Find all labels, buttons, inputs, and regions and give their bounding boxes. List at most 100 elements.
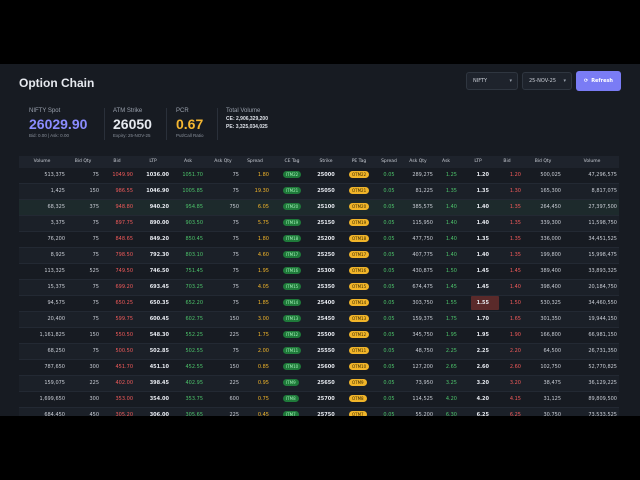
cell-strike: 25450 xyxy=(317,316,335,322)
ce-tag-badge: ITM14 xyxy=(283,299,302,306)
stat-divider xyxy=(166,108,167,140)
header-volume: Volume xyxy=(33,159,51,164)
cell-bid: 1.40 xyxy=(509,284,521,290)
refresh-button[interactable]: ⟳ Refresh xyxy=(576,71,621,91)
cell-ask: 1.35 xyxy=(445,188,457,194)
cell-volume: 513,375 xyxy=(44,172,65,178)
cell-ltp: 6.25 xyxy=(476,412,489,416)
table-row[interactable]: 1,425 150 986.55 1046.90 1005.85 75 19.30 ITM21… xyxy=(19,184,619,200)
table-row[interactable]: 94,575 75 650.25 650.35 652.20 75 1.85 ITM14 254… xyxy=(19,296,619,312)
table-row[interactable]: 513,375 75 1049.90 1036.00 1051.70 75 1.80 ITM2… xyxy=(19,168,619,184)
spot-stat: NIFTY Spot 26029.90 Bid: 0.00 | Ask: 0.0… xyxy=(29,108,87,138)
cell-ltp: 1046.90 xyxy=(146,188,169,194)
cell-bid-qty: 336,000 xyxy=(540,236,561,242)
table-row[interactable]: 113,325 525 749.50 746.50 751.45 75 1.95 ITM16 2… xyxy=(19,264,619,280)
table-row[interactable]: 787,650 300 451.70 451.10 452.55 150 0.85 ITM10… xyxy=(19,360,619,376)
pe-tag-badge: OTM16 xyxy=(349,267,370,274)
table-row[interactable]: 8,925 75 798.50 792.30 803.10 75 4.60 ITM17 2525… xyxy=(19,248,619,264)
cell-ask: 1005.85 xyxy=(182,188,203,194)
cell-ltp: 2.60 xyxy=(476,364,489,370)
cell-strike: 25050 xyxy=(317,188,335,194)
cell-bid: 848.65 xyxy=(115,236,134,242)
symbol-value: NIFTY xyxy=(473,78,488,84)
cell-ask-qty: 477,750 xyxy=(412,236,433,242)
cell-bid-qty: 75 xyxy=(92,236,99,242)
table-row[interactable]: 15,375 75 699.20 693.45 703.25 75 4.05 ITM15 253… xyxy=(19,280,619,296)
table-row[interactable]: 1,699,650 300 353.00 354.00 353.75 600 0.75 ITM… xyxy=(19,392,619,408)
pe-tag-badge: OTM12 xyxy=(349,331,370,338)
cell-bid-qty: 525 xyxy=(89,268,99,274)
symbol-select[interactable]: NIFTY ▾ xyxy=(466,72,518,90)
cell-bid-qty: 264,450 xyxy=(540,204,561,210)
table-row[interactable]: 1,161,825 150 550.50 548.30 552.25 225 1.75 ITM… xyxy=(19,328,619,344)
cell-ltp: 693.45 xyxy=(149,284,169,290)
header-ce-tag: CE Tag xyxy=(284,159,300,164)
cell-ltp: 792.30 xyxy=(149,252,169,258)
cell-ask-qty: 407,775 xyxy=(412,252,433,258)
cell-bid: 550.50 xyxy=(115,332,134,338)
cell-strike: 25250 xyxy=(317,252,335,258)
pe-tag-badge: OTM18 xyxy=(349,235,370,242)
cell-ltp: 1.20 xyxy=(476,172,489,178)
cell-spread: 0.75 xyxy=(257,396,269,402)
cell-bid: 948.80 xyxy=(115,204,134,210)
table-row[interactable]: 68,250 75 500.50 502.85 502.55 75 2.00 ITM11 255… xyxy=(19,344,619,360)
cell-ltp: 502.85 xyxy=(149,348,169,354)
cell-ask-qty: 81,225 xyxy=(415,188,434,194)
cell-volume: 94,575 xyxy=(47,300,66,306)
cell-volume: 159,075 xyxy=(44,380,65,386)
cell-ask-qty: 75 xyxy=(232,172,239,178)
table-row[interactable]: 76,200 75 848.65 849.20 850.45 75 1.80 ITM18 252… xyxy=(19,232,619,248)
atm-value: 26050 xyxy=(113,116,152,132)
header-pe-tag: PE Tag xyxy=(351,159,367,164)
cell-ask-qty: 75 xyxy=(232,284,239,290)
cell-spread: 0.05 xyxy=(383,396,395,402)
cell-volume: 15,375 xyxy=(47,284,66,290)
pe-tag-badge: OTM22 xyxy=(349,171,370,178)
cell-volume: 787,650 xyxy=(44,364,65,370)
cell-volume: 11,598,750 xyxy=(588,220,617,226)
pe-tag-badge: OTM13 xyxy=(349,315,370,322)
cell-bid-qty: 398,400 xyxy=(540,284,561,290)
chevron-down-icon: ▾ xyxy=(563,78,566,84)
cell-ltp: 600.45 xyxy=(149,316,169,322)
cell-ask: 703.25 xyxy=(185,284,204,290)
pe-tag-badge: OTM21 xyxy=(349,187,370,194)
table-row[interactable]: 684,450 450 305.20 306.00 305.65 225 0.45 ITM7 2… xyxy=(19,408,619,416)
cell-ltp: 1.40 xyxy=(476,204,489,210)
spot-sub: Bid: 0.00 | Ask: 0.00 xyxy=(29,133,69,138)
cell-spread: 4.05 xyxy=(257,284,269,290)
cell-ltp: 3.20 xyxy=(476,380,489,386)
cell-bid: 749.50 xyxy=(115,268,134,274)
cell-ask: 402.95 xyxy=(185,380,204,386)
cell-volume: 66,981,150 xyxy=(588,332,617,338)
cell-ltp: 1.95 xyxy=(476,332,489,338)
table-row[interactable]: 3,375 75 897.75 890.00 903.50 75 5.75 ITM19 2515… xyxy=(19,216,619,232)
atm-sub: Expiry: 25-NOV-25 xyxy=(113,133,151,138)
table-row[interactable]: 159,075 225 402.00 398.45 402.95 225 0.95 ITM9 2… xyxy=(19,376,619,392)
cell-ask: 6.30 xyxy=(445,412,457,416)
table-row[interactable]: 20,400 75 599.75 600.45 602.75 150 3.00 ITM13 25… xyxy=(19,312,619,328)
cell-ask: 1.55 xyxy=(445,300,457,306)
cell-bid: 1.30 xyxy=(509,188,521,194)
header-bid: Bid xyxy=(503,159,511,164)
ce-tag-badge: ITM10 xyxy=(283,363,302,370)
pcr-sub: Put/Call Ratio xyxy=(176,133,204,138)
cell-bid: 1.35 xyxy=(509,220,521,226)
ce-tag-badge: ITM16 xyxy=(283,267,302,274)
cell-spread: 0.85 xyxy=(257,364,269,370)
stat-divider xyxy=(217,108,218,140)
table-row[interactable]: 68,325 375 948.80 940.20 954.85 750 6.05 ITM20 2… xyxy=(19,200,619,216)
header-spread: Spread xyxy=(381,159,397,164)
ce-tag-badge: ITM13 xyxy=(283,315,302,322)
cell-spread: 1.95 xyxy=(257,268,269,274)
cell-bid: 1.20 xyxy=(509,172,521,178)
header-ask-qty: Ask Qty xyxy=(214,159,232,164)
cell-strike: 25100 xyxy=(317,204,335,210)
cell-ask: 305.65 xyxy=(185,412,204,416)
cell-spread: 0.05 xyxy=(383,284,395,290)
cell-ask: 1.95 xyxy=(445,332,457,338)
expiry-select[interactable]: 25-NOV-25 ▾ xyxy=(522,72,572,90)
header-ask: Ask xyxy=(441,159,451,164)
pe-tag-badge: OTM10 xyxy=(349,363,370,370)
